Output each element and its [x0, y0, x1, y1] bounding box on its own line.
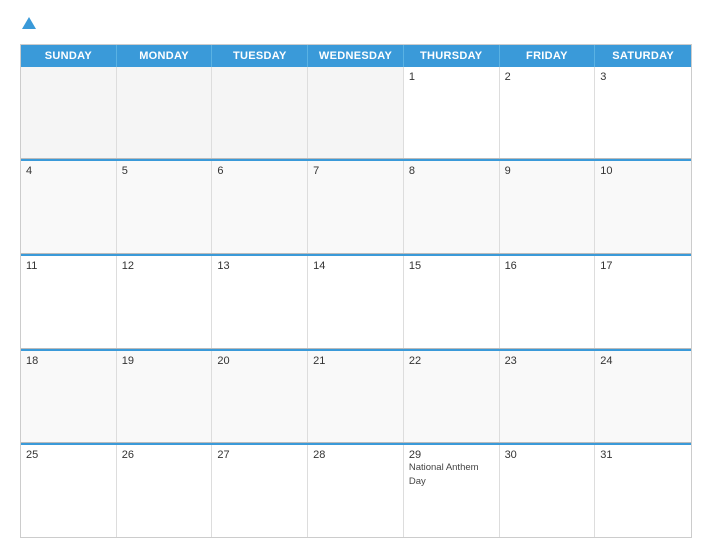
day-number: 6: [217, 165, 302, 177]
header: [20, 16, 692, 34]
header-tuesday: Tuesday: [212, 45, 308, 67]
calendar-body: 1234567891011121314151617181920212223242…: [21, 67, 691, 537]
calendar: Sunday Monday Tuesday Wednesday Thursday…: [20, 44, 692, 538]
cal-cell-5-1: 25: [21, 445, 117, 537]
day-number: 9: [505, 165, 590, 177]
cal-cell-5-5: 29National Anthem Day: [404, 445, 500, 537]
day-number: 11: [26, 260, 111, 272]
cal-cell-4-7: 24: [595, 351, 691, 443]
header-sunday: Sunday: [21, 45, 117, 67]
logo-triangle-icon: [22, 17, 36, 29]
cal-cell-1-5: 1: [404, 67, 500, 159]
day-number: 13: [217, 260, 302, 272]
header-friday: Friday: [500, 45, 596, 67]
header-monday: Monday: [117, 45, 213, 67]
header-wednesday: Wednesday: [308, 45, 404, 67]
cal-cell-4-5: 22: [404, 351, 500, 443]
day-number: 5: [122, 165, 207, 177]
cal-cell-3-6: 16: [500, 256, 596, 348]
day-number: 19: [122, 355, 207, 367]
day-number: 7: [313, 165, 398, 177]
day-number: 29: [409, 449, 494, 461]
day-number: 21: [313, 355, 398, 367]
cal-week-2: 456789 10: [21, 159, 691, 254]
day-number: 31: [600, 449, 686, 461]
day-number: 30: [505, 449, 590, 461]
day-number: 16: [505, 260, 590, 272]
calendar-header-row: Sunday Monday Tuesday Wednesday Thursday…: [21, 45, 691, 67]
day-number: 4: [26, 165, 111, 177]
logo: [20, 16, 36, 34]
cal-cell-2-4: 7: [308, 161, 404, 253]
cal-cell-4-1: 18: [21, 351, 117, 443]
cal-cell-4-6: 23: [500, 351, 596, 443]
day-number: 8: [409, 165, 494, 177]
day-number: 2: [505, 71, 590, 83]
cal-cell-2-3: 6: [212, 161, 308, 253]
cal-cell-4-4: 21: [308, 351, 404, 443]
cal-cell-3-2: 12: [117, 256, 213, 348]
cal-week-5: 25 26 27 28 29National Anthem Day 30 31: [21, 443, 691, 537]
cal-cell-2-2: 5: [117, 161, 213, 253]
cal-cell-1-6: 2: [500, 67, 596, 159]
day-number: 26: [122, 449, 207, 461]
cal-cell-1-3: [212, 67, 308, 159]
cal-cell-5-3: 27: [212, 445, 308, 537]
day-number: 12: [122, 260, 207, 272]
cal-cell-3-1: 11: [21, 256, 117, 348]
cal-cell-2-5: 8: [404, 161, 500, 253]
cal-cell-5-4: 28: [308, 445, 404, 537]
cal-cell-3-5: 15: [404, 256, 500, 348]
day-number: 1: [409, 71, 494, 83]
day-number: 22: [409, 355, 494, 367]
page: Sunday Monday Tuesday Wednesday Thursday…: [0, 0, 712, 550]
day-number: 14: [313, 260, 398, 272]
day-number: 28: [313, 449, 398, 461]
header-saturday: Saturday: [595, 45, 691, 67]
cal-week-1: 123: [21, 67, 691, 160]
cal-cell-2-7: 10: [595, 161, 691, 253]
cal-cell-4-2: 19: [117, 351, 213, 443]
cal-cell-1-1: [21, 67, 117, 159]
cal-week-4: 18 19 20 21 22 23 24: [21, 349, 691, 444]
day-number: 3: [600, 71, 686, 83]
day-number: 10: [600, 165, 686, 177]
cal-cell-3-3: 13: [212, 256, 308, 348]
cal-cell-3-4: 14: [308, 256, 404, 348]
day-number: 23: [505, 355, 590, 367]
cal-cell-1-7: 3: [595, 67, 691, 159]
day-number: 17: [600, 260, 686, 272]
day-number: 25: [26, 449, 111, 461]
day-number: 20: [217, 355, 302, 367]
cal-cell-5-2: 26: [117, 445, 213, 537]
header-thursday: Thursday: [404, 45, 500, 67]
event-text: National Anthem Day: [409, 462, 479, 486]
cal-cell-2-6: 9: [500, 161, 596, 253]
cal-cell-5-7: 31: [595, 445, 691, 537]
day-number: 15: [409, 260, 494, 272]
cal-week-3: 11 12 13 14 15 16 17: [21, 254, 691, 349]
cal-cell-4-3: 20: [212, 351, 308, 443]
cal-cell-3-7: 17: [595, 256, 691, 348]
day-number: 27: [217, 449, 302, 461]
cal-cell-5-6: 30: [500, 445, 596, 537]
cal-cell-2-1: 4: [21, 161, 117, 253]
logo-top: [20, 16, 36, 34]
cal-cell-1-2: [117, 67, 213, 159]
day-number: 18: [26, 355, 111, 367]
cal-cell-1-4: [308, 67, 404, 159]
day-number: 24: [600, 355, 686, 367]
